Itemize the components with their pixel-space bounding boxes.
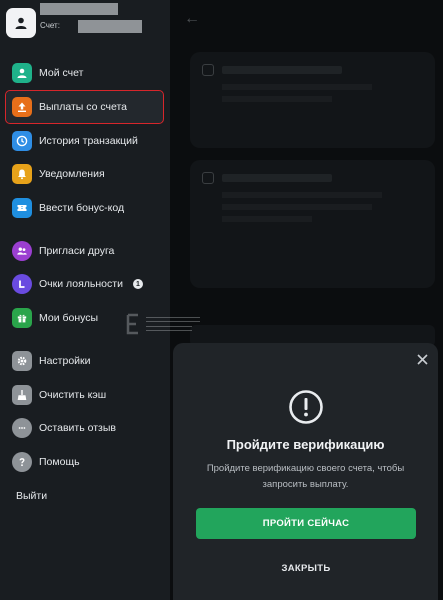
people-icon bbox=[12, 241, 32, 261]
verify-now-button[interactable]: ПРОЙТИ СЕЙЧАС bbox=[196, 508, 416, 539]
sidebar-item-label: Настройки bbox=[39, 355, 91, 367]
sidebar-item-label: Уведомления bbox=[39, 168, 105, 180]
watermark-mark-icon bbox=[126, 313, 138, 335]
sidebar-item-label: Мои бонусы bbox=[39, 312, 99, 324]
modal-title: Пройдите верификацию bbox=[226, 437, 385, 452]
gift-icon bbox=[12, 308, 32, 328]
notification-badge: 1 bbox=[132, 279, 143, 289]
account-number-redacted bbox=[78, 20, 142, 33]
gear-icon bbox=[12, 351, 32, 371]
warning-icon bbox=[289, 390, 323, 424]
help-icon bbox=[12, 452, 32, 472]
upload-icon bbox=[12, 97, 32, 117]
sidebar-item-label: Пригласи друга bbox=[39, 245, 115, 257]
sidebar-item-settings[interactable]: Настройки bbox=[6, 345, 163, 377]
profile-header bbox=[6, 8, 36, 38]
sidebar-item-withdrawals[interactable]: Выплаты со счета bbox=[5, 90, 164, 124]
user-name-redacted bbox=[40, 3, 118, 15]
modal-description: Пройдите верификацию своего счета, чтобы… bbox=[206, 463, 405, 490]
sidebar-item-bonus-code[interactable]: Ввести бонус-код bbox=[6, 192, 163, 224]
sidebar-item-help[interactable]: Помощь bbox=[6, 446, 163, 478]
account-label: Счет: bbox=[40, 21, 60, 30]
sidebar-item-label: Оставить отзыв bbox=[39, 422, 116, 434]
chat-icon bbox=[12, 418, 32, 438]
close-button[interactable]: ЗАКРЫТЬ bbox=[196, 556, 416, 580]
sidebar-item-label: Помощь bbox=[39, 456, 80, 468]
sidebar-item-label: История транзакций bbox=[39, 135, 138, 147]
loyalty-icon bbox=[12, 274, 32, 294]
broom-icon bbox=[12, 385, 32, 405]
sidebar-item-notifications[interactable]: Уведомления bbox=[6, 158, 163, 190]
sidebar-item-label: Мой счет bbox=[39, 67, 84, 79]
sidebar-item-invite-friend[interactable]: Пригласи друга bbox=[6, 235, 163, 267]
sidebar-item-label: Выплаты со счета bbox=[39, 101, 127, 113]
sidebar-item-label: Очки лояльности bbox=[39, 278, 123, 290]
user-icon bbox=[15, 17, 27, 29]
verification-modal: Пройдите верификацию Пройдите верификаци… bbox=[173, 343, 438, 600]
bell-icon bbox=[12, 164, 32, 184]
sidebar-item-label: Очистить кэш bbox=[39, 389, 107, 401]
sidebar-item-my-account[interactable]: Мой счет bbox=[6, 57, 163, 89]
clock-icon bbox=[12, 131, 32, 151]
user-circle-icon bbox=[12, 63, 32, 83]
sidebar-item-transactions[interactable]: История транзакций bbox=[6, 125, 163, 157]
avatar[interactable] bbox=[6, 8, 36, 38]
sidebar-item-loyalty[interactable]: Очки лояльности 1 bbox=[6, 268, 163, 300]
ticket-icon bbox=[12, 198, 32, 218]
watermark-logo bbox=[126, 306, 226, 342]
sidebar-item-clear-cache[interactable]: Очистить кэш bbox=[6, 379, 163, 411]
sidebar-item-label: Ввести бонус-код bbox=[39, 202, 125, 214]
sidebar: Счет: Мой счет Выплаты со счета История … bbox=[0, 0, 170, 600]
logout-link[interactable]: Выйти bbox=[16, 490, 47, 502]
close-icon[interactable] bbox=[414, 351, 430, 367]
sidebar-item-feedback[interactable]: Оставить отзыв bbox=[6, 412, 163, 444]
